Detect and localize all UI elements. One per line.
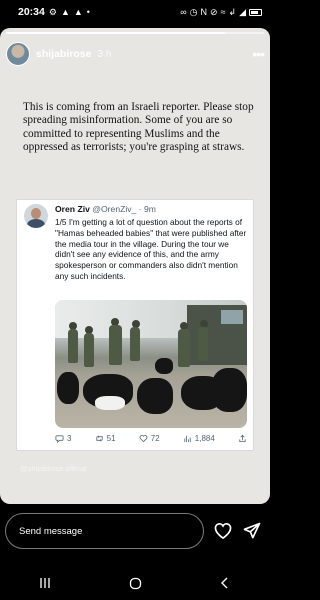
avatar[interactable] [6,42,30,66]
send-message-input[interactable]: Send message [5,513,204,549]
story-progress-fill [6,32,226,34]
status-bar: 20:34 ⚙ ▲ ▲ • ∞ ◷ N ⊘ ≈ ↲ ◢ [0,0,270,24]
home-icon [129,577,141,589]
tweet-share [238,434,247,443]
tweet-screenshot: Oren Ziv @OrenZiv_ · 9m 1/5 I'm getting … [16,199,254,451]
link-icon: ∞ [180,6,187,17]
tweet-author-name: Oren Ziv [55,204,90,214]
dot-icon: • [86,6,90,17]
send-direct-icon[interactable] [242,521,262,541]
recent-apps-button[interactable] [30,573,60,593]
views-count: 1,884 [194,434,215,443]
tweet-photo [55,300,247,428]
status-bar-left: 20:34 ⚙ ▲ ▲ • [18,6,90,18]
share-icon [239,434,246,443]
send-message-placeholder: Send message [19,525,83,537]
views-icon [184,435,191,443]
tweet-retweet: 51 [95,434,116,443]
mute-icon: ⊘ [210,6,218,17]
nfc-icon: N [200,6,208,17]
home-button[interactable] [120,573,150,593]
story-username[interactable]: shijabirose [36,48,91,60]
clock: 20:34 [18,6,45,18]
story-header: shijabirose 3 h ••• [6,40,265,68]
recent-apps-icon [40,578,50,588]
retweet-count: 51 [106,434,116,443]
alarm-icon: ◷ [189,6,198,17]
story-caption: This is coming from an Israeli reporter.… [23,101,254,154]
tweet-actions: 3 51 72 1,884 [55,434,247,443]
battery-icon [249,8,262,16]
wifi-icon: ≈ [220,6,226,17]
tweet-header: Oren Ziv @OrenZiv_ · 9m [55,204,156,214]
tweet-handle: @OrenZiv_ · 9m [92,204,156,214]
like-heart-icon[interactable] [213,521,233,541]
like-count: 72 [150,434,160,443]
tweet-reply: 3 [55,434,71,443]
story-progress-bar [6,32,264,34]
reply-icon [55,435,64,443]
settings-gear-icon: ⚙ [48,6,57,17]
more-options-icon[interactable]: ••• [252,46,265,62]
reply-count: 3 [67,434,72,443]
system-nav-bar [0,566,270,600]
tweet-avatar [24,204,48,228]
story-time-ago: 3 h [97,48,112,60]
status-bar-right: ∞ ◷ N ⊘ ≈ ↲ ◢ [180,6,262,17]
back-icon [221,577,228,589]
signal-icon: ◢ [239,6,246,17]
back-button[interactable] [210,573,240,593]
retweet-icon [96,435,103,442]
warning-icon: ▲ [60,6,70,17]
tweet-like: 72 [139,434,160,443]
tweet-text: 1/5 I'm getting a lot of question about … [55,217,247,281]
tweet-views: 1,884 [183,434,215,443]
volte-icon: ↲ [228,6,237,17]
story-card[interactable]: shijabirose 3 h ••• This is coming from … [0,28,270,504]
story-watermark: @shijabirose.official [20,464,87,473]
heart-icon [139,435,148,443]
warning-icon: ▲ [73,6,83,17]
